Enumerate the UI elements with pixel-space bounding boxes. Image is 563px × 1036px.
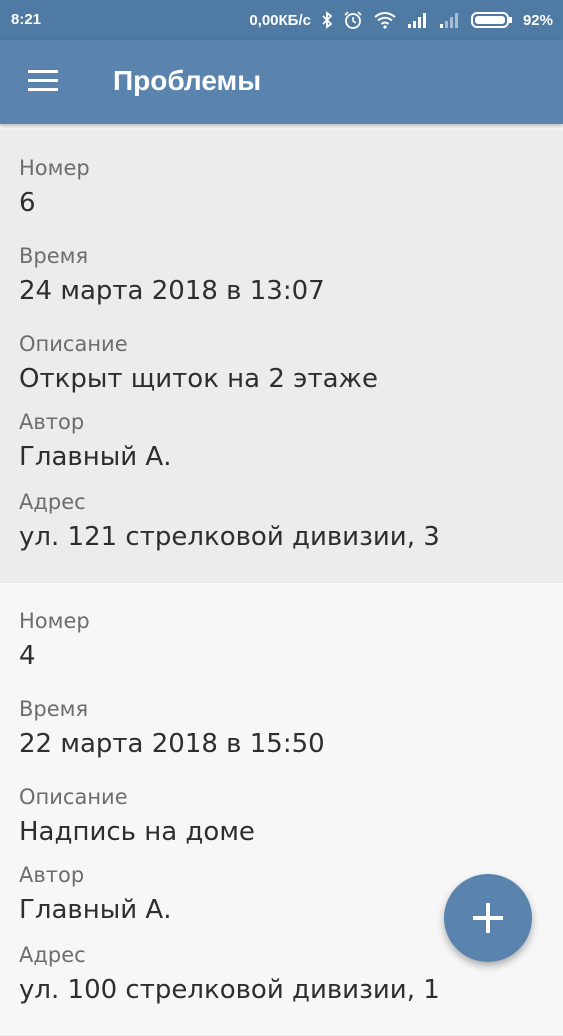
signal-weak-icon [439, 12, 461, 28]
author-field: Автор Главный А. [19, 863, 171, 925]
time-label: Время [19, 244, 89, 268]
add-problem-button[interactable] [444, 874, 532, 962]
number-label: Номер [19, 156, 90, 180]
author-field: Автор Главный А. [19, 410, 171, 472]
author-value: Главный А. [19, 442, 172, 472]
hamburger-menu-icon[interactable] [28, 70, 60, 94]
author-value: Главный А. [19, 895, 172, 925]
address-value: ул. 121 стрелковой дивизии, 3 [19, 522, 440, 552]
battery-percent: 92% [522, 11, 553, 29]
number-field: Номер 4 [19, 609, 90, 671]
description-field: Описание Открыт щиток на 2 этаже [19, 332, 378, 394]
address-field: Адрес ул. 121 стрелковой дивизии, 3 [19, 490, 440, 552]
app-bar: Проблемы [0, 40, 563, 124]
problem-card[interactable]: Номер 6 Время 24 марта 2018 в 13:07 Опис… [0, 130, 563, 583]
network-speed: 0,00КБ/с [249, 11, 311, 29]
number-label: Номер [19, 609, 90, 633]
time-value: 22 марта 2018 в 15:50 [19, 729, 325, 759]
time-value: 24 марта 2018 в 13:07 [19, 276, 325, 306]
description-value: Надпись на доме [19, 817, 255, 847]
battery-icon [470, 12, 513, 28]
address-field: Адрес ул. 100 стрелковой дивизии, 1 [19, 943, 440, 1005]
number-value: 6 [19, 188, 36, 218]
signal-icon [407, 12, 429, 28]
description-field: Описание Надпись на доме [19, 785, 255, 847]
problem-card[interactable]: Номер 4 Время 22 марта 2018 в 15:50 Опис… [0, 583, 563, 1036]
status-right-group: 0,00КБ/с 92% [249, 11, 553, 29]
page-title: Проблемы [113, 65, 262, 96]
time-field: Время 24 марта 2018 в 13:07 [19, 244, 325, 306]
address-label: Адрес [19, 943, 86, 967]
time-label: Время [19, 697, 89, 721]
description-value: Открыт щиток на 2 этаже [19, 364, 378, 394]
time-field: Время 22 марта 2018 в 15:50 [19, 697, 325, 759]
status-time: 8:21 [11, 11, 42, 28]
alarm-icon [343, 11, 363, 29]
description-label: Описание [19, 785, 128, 809]
description-label: Описание [19, 332, 128, 356]
status-bar: 8:21 0,00КБ/с 92% [0, 0, 563, 40]
author-label: Автор [19, 410, 85, 434]
address-value: ул. 100 стрелковой дивизии, 1 [19, 975, 440, 1005]
number-value: 4 [19, 641, 36, 671]
author-label: Автор [19, 863, 85, 887]
address-label: Адрес [19, 490, 86, 514]
wifi-icon [373, 11, 397, 29]
bluetooth-icon [321, 11, 333, 29]
number-field: Номер 6 [19, 156, 90, 218]
